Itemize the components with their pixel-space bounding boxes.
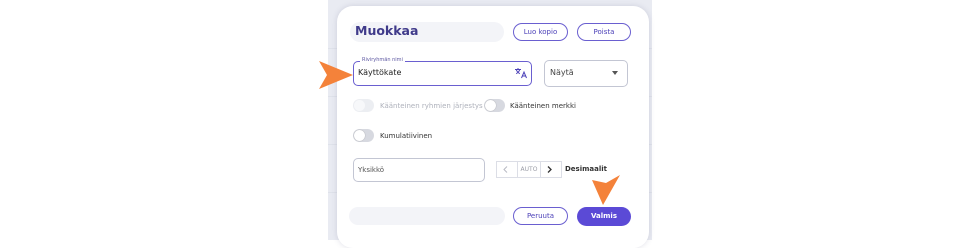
footer-field (349, 207, 505, 225)
reverse-order-label: Käänteinen ryhmien järjestys (380, 102, 483, 110)
chevron-right-icon (547, 166, 552, 173)
cumulative-toggle[interactable] (353, 129, 374, 142)
reverse-sign-toggle[interactable] (484, 99, 505, 112)
chevron-left-icon (503, 166, 508, 173)
delete-button[interactable]: Poista (577, 23, 631, 41)
display-select-value: Näytä (550, 68, 574, 77)
decimals-value: AUTO (520, 166, 538, 173)
cumulative-label: Kumulatiivinen (380, 132, 433, 140)
unit-placeholder: Yksikkö (358, 166, 385, 174)
reverse-order-toggle[interactable] (353, 99, 374, 112)
caret-down-icon (612, 71, 618, 75)
dialog-title: Muokkaa (355, 23, 419, 38)
copy-button[interactable]: Luo kopio (513, 23, 568, 41)
row-group-name-value[interactable]: Käyttökate (358, 68, 401, 77)
pointer-arrow-icon (319, 61, 353, 89)
done-button[interactable]: Valmis (577, 207, 631, 226)
pointer-arrow-icon (592, 175, 620, 205)
translate-icon[interactable] (514, 67, 528, 79)
reverse-sign-label: Käänteinen merkki (510, 102, 576, 110)
cancel-button[interactable]: Peruuta (513, 207, 568, 225)
decimals-label: Desimaalit (565, 165, 608, 173)
row-group-name-label: Riviryhmän nimi (360, 57, 405, 64)
